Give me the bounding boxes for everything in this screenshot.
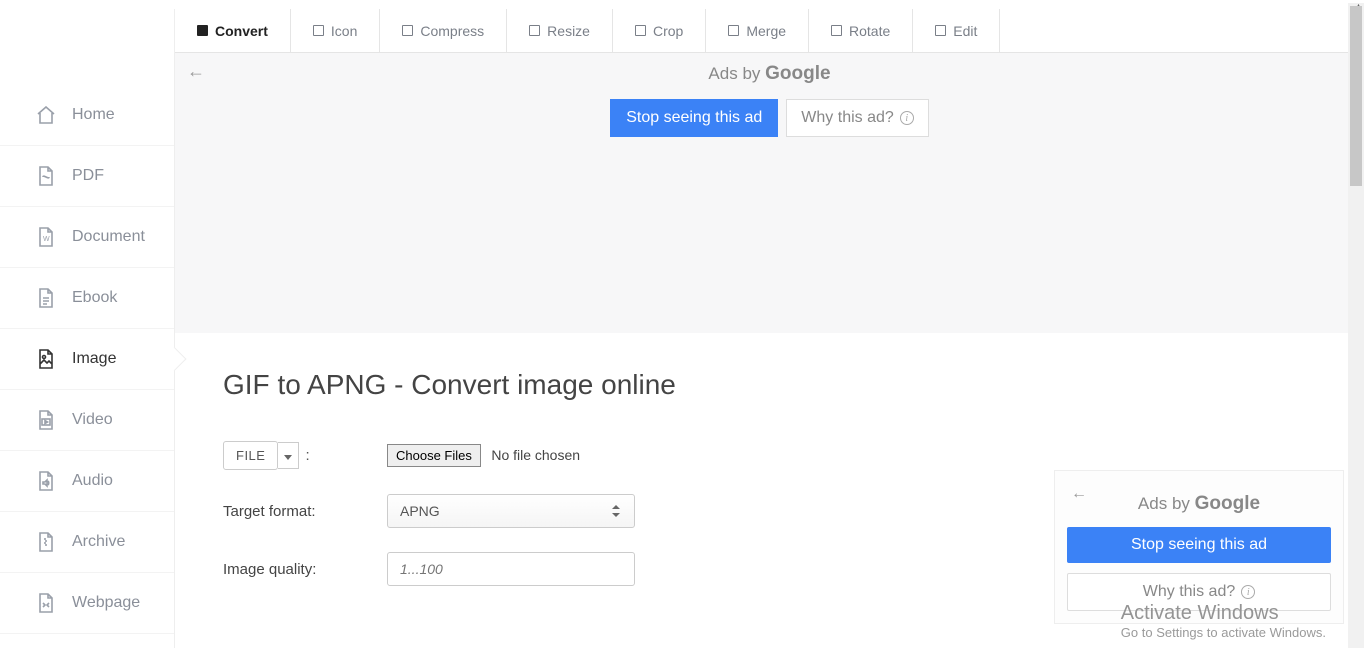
sidebar-item-video[interactable]: Video: [0, 390, 174, 451]
info-icon: i: [1241, 585, 1255, 599]
svg-text:W: W: [43, 236, 50, 243]
colon: :: [305, 447, 309, 464]
why-ad-label: Why this ad?: [801, 109, 893, 127]
sidebar-item-label: Webpage: [72, 594, 140, 612]
file-label-group: FILE:: [223, 441, 387, 470]
tab-label: Resize: [547, 23, 590, 39]
ad-buttons: Stop seeing this ad Why this ad? i: [175, 99, 1364, 137]
archive-icon: [36, 532, 56, 552]
no-file-text: No file chosen: [491, 447, 580, 463]
ad-banner: ← Ads by Google Stop seeing this ad Why …: [175, 53, 1364, 333]
google-logo-text: Google: [1195, 493, 1260, 514]
sidebar-item-label: Ebook: [72, 289, 117, 307]
image-quality-input[interactable]: [387, 552, 635, 586]
sidebar-item-label: Archive: [72, 533, 125, 551]
tab-convert[interactable]: Convert: [175, 9, 291, 52]
webpage-icon: [36, 593, 56, 613]
image-quality-label: Image quality:: [223, 561, 387, 578]
sidebar-item-document[interactable]: W Document: [0, 207, 174, 268]
ebook-icon: [36, 288, 56, 308]
why-ad-button[interactable]: Why this ad? i: [786, 99, 928, 137]
file-source-button[interactable]: FILE: [223, 441, 278, 470]
checkbox-icon: [402, 25, 413, 36]
sidebar-item-pdf[interactable]: PDF: [0, 146, 174, 207]
tab-label: Rotate: [849, 23, 890, 39]
back-arrow-icon[interactable]: ←: [1071, 485, 1087, 503]
target-format-value: APNG: [400, 503, 440, 519]
target-format-label: Target format:: [223, 503, 387, 520]
ads-by-text: Ads by: [708, 64, 765, 83]
home-icon: [36, 105, 56, 125]
tab-label: Compress: [420, 23, 484, 39]
page-title: GIF to APNG - Convert image online: [223, 369, 1316, 401]
sidebar-item-webpage[interactable]: Webpage: [0, 573, 174, 634]
pdf-icon: [36, 166, 56, 186]
watermark-subtitle: Go to Settings to activate Windows.: [1121, 625, 1326, 640]
checkbox-icon: [635, 25, 646, 36]
checkbox-icon: [831, 25, 842, 36]
checkbox-icon: [935, 25, 946, 36]
document-icon: W: [36, 227, 56, 247]
tab-label: Edit: [953, 23, 977, 39]
scrollbar-track[interactable]: ▴: [1348, 3, 1364, 648]
tabs: Convert Icon Compress Resize Crop Merge …: [175, 9, 1364, 53]
info-icon: i: [900, 111, 914, 125]
sidebar-item-home[interactable]: Home: [0, 85, 174, 146]
checkbox-icon: [313, 25, 324, 36]
sidebar: Home PDF W Document Ebook Image Video Au…: [0, 9, 175, 648]
sidebar-item-archive[interactable]: Archive: [0, 512, 174, 573]
tab-label: Convert: [215, 23, 268, 39]
sidebar-item-image[interactable]: Image: [0, 329, 174, 390]
sidebar-item-audio[interactable]: Audio: [0, 451, 174, 512]
google-logo-text: Google: [765, 63, 830, 84]
side-ad-panel: ← Ads by Google Stop seeing this ad Why …: [1054, 470, 1344, 624]
tab-merge[interactable]: Merge: [706, 9, 809, 52]
stop-ad-button[interactable]: Stop seeing this ad: [1067, 527, 1331, 563]
choose-files-button[interactable]: Choose Files: [387, 444, 481, 467]
tab-rotate[interactable]: Rotate: [809, 9, 913, 52]
sidebar-item-label: PDF: [72, 167, 104, 185]
sidebar-item-label: Image: [72, 350, 116, 368]
image-icon: [36, 349, 56, 369]
windows-watermark: Activate Windows Go to Settings to activ…: [1121, 602, 1326, 640]
tab-icon[interactable]: Icon: [291, 9, 380, 52]
tab-edit[interactable]: Edit: [913, 9, 1000, 52]
checkbox-icon: [197, 25, 208, 36]
ads-by-label: Ads by Google: [1067, 483, 1331, 515]
stop-ad-button[interactable]: Stop seeing this ad: [610, 99, 778, 137]
back-arrow-icon[interactable]: ←: [187, 61, 205, 82]
sidebar-item-label: Audio: [72, 472, 113, 490]
tab-crop[interactable]: Crop: [613, 9, 706, 52]
why-ad-label: Why this ad?: [1143, 583, 1235, 601]
sidebar-item-ebook[interactable]: Ebook: [0, 268, 174, 329]
audio-icon: [36, 471, 56, 491]
sidebar-item-label: Video: [72, 411, 113, 429]
file-row: FILE: Choose Files No file chosen: [223, 441, 1316, 470]
sidebar-item-label: Home: [72, 106, 115, 124]
tab-label: Crop: [653, 23, 683, 39]
tab-label: Merge: [746, 23, 786, 39]
ads-by-label: Ads by Google: [175, 53, 1364, 85]
checkbox-icon: [728, 25, 739, 36]
tab-label: Icon: [331, 23, 357, 39]
tab-resize[interactable]: Resize: [507, 9, 613, 52]
file-input-group: Choose Files No file chosen: [387, 444, 580, 467]
sidebar-item-label: Document: [72, 228, 145, 246]
tab-compress[interactable]: Compress: [380, 9, 507, 52]
target-format-select[interactable]: APNG: [387, 494, 635, 528]
checkbox-icon: [529, 25, 540, 36]
scrollbar-thumb[interactable]: [1350, 6, 1362, 186]
file-source-dropdown[interactable]: [278, 442, 299, 469]
video-icon: [36, 410, 56, 430]
ads-by-text: Ads by: [1138, 494, 1195, 513]
watermark-title: Activate Windows: [1121, 602, 1326, 625]
